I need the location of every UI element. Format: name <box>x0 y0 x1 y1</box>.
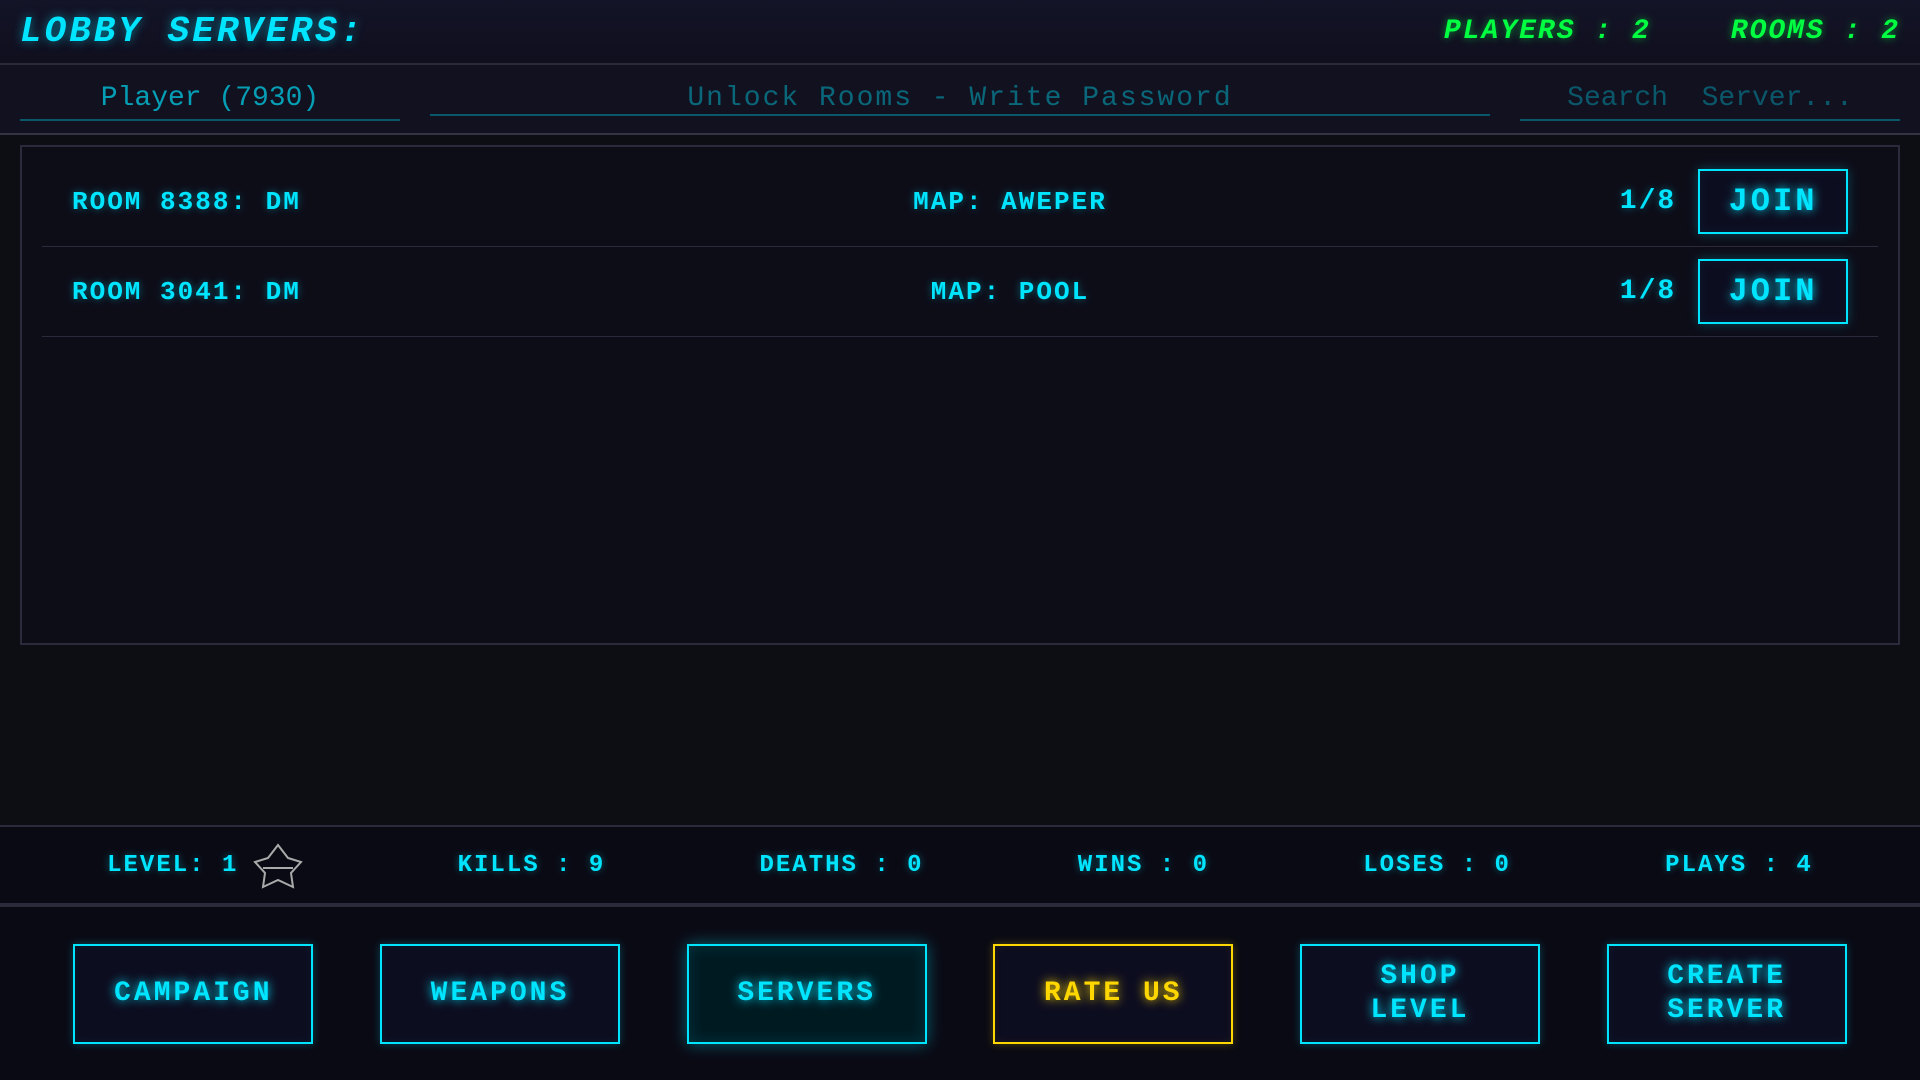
rate-us-button[interactable]: RATE US <box>993 944 1233 1044</box>
shop-level-button[interactable]: SHOP LEVEL <box>1300 944 1540 1044</box>
servers-button[interactable]: SERVERS <box>687 944 927 1044</box>
player-name-input[interactable] <box>20 78 400 121</box>
join-button[interactable]: JOIN <box>1698 169 1848 234</box>
password-input[interactable] <box>430 83 1490 114</box>
room-map: MAP: POOL <box>422 277 1598 307</box>
rooms-count: ROOMS : 2 <box>1731 16 1900 47</box>
join-button[interactable]: JOIN <box>1698 259 1848 324</box>
room-name: ROOM 3041: DM <box>72 277 422 307</box>
room-name: ROOM 8388: DM <box>72 187 422 217</box>
level-badge-icon <box>253 840 303 890</box>
create-server-button[interactable]: CREATE SERVER <box>1607 944 1847 1044</box>
plays-stat: PLAYS : 4 <box>1665 852 1813 879</box>
player-bar <box>0 65 1920 135</box>
stats-bar: LEVEL: 1 KILLS : 9 DEATHS : 0 WINS : 0 L… <box>0 825 1920 905</box>
wins-stat: WINS : 0 <box>1078 852 1209 879</box>
campaign-button[interactable]: CAMPAIGN <box>73 944 313 1044</box>
deaths-stat: DEATHS : 0 <box>760 852 924 879</box>
room-list: ROOM 8388: DM MAP: AWEPER 1/8 JOIN ROOM … <box>22 147 1898 347</box>
room-slots: 1/8 <box>1598 276 1698 307</box>
room-slots: 1/8 <box>1598 186 1698 217</box>
lobby-title: LOBBY SERVERS: <box>20 11 400 52</box>
weapons-button[interactable]: WEAPONS <box>380 944 620 1044</box>
table-row: ROOM 8388: DM MAP: AWEPER 1/8 JOIN <box>42 157 1878 247</box>
header-top-bar: LOBBY SERVERS: PLAYERS : 2 ROOMS : 2 <box>0 0 1920 65</box>
room-list-panel: ROOM 8388: DM MAP: AWEPER 1/8 JOIN ROOM … <box>20 145 1900 645</box>
loses-stat: LOSES : 0 <box>1363 852 1511 879</box>
search-input[interactable] <box>1520 78 1900 121</box>
room-map: MAP: AWEPER <box>422 187 1598 217</box>
level-stat: LEVEL: 1 <box>107 840 303 890</box>
players-count: PLAYERS : 2 <box>1444 16 1651 47</box>
bottom-nav: CAMPAIGN WEAPONS SERVERS RATE US SHOP LE… <box>0 905 1920 1080</box>
kills-stat: KILLS : 9 <box>458 852 606 879</box>
table-row: ROOM 3041: DM MAP: POOL 1/8 JOIN <box>42 247 1878 337</box>
